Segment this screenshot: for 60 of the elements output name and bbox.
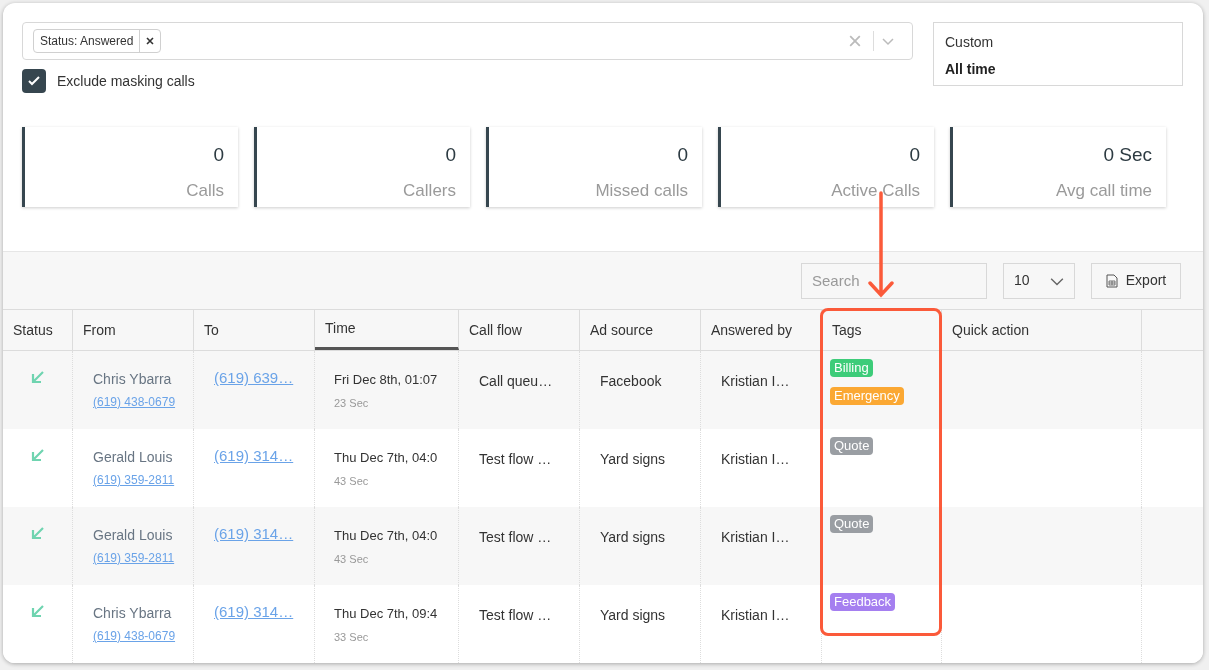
stat-value: 0 [213,143,224,168]
call-duration: 23 Sec [334,395,369,411]
table-cell: Yard signs [600,607,666,623]
table-cell: Kristian I… [721,607,790,623]
checkbox[interactable] [22,69,46,93]
stat-value: 0 [445,143,456,168]
table-cell: Yard signs [600,451,666,467]
table-cell: Call queu… [479,373,553,389]
caller-name: Gerald Louis [93,526,173,545]
call-time: Fri Dec 8th, 01:07 [334,371,438,389]
table-cell: Kristian I… [721,451,790,467]
tag-badge: Quote [830,437,874,455]
table-cell: Yard signs [600,529,666,545]
export-button[interactable]: Export [1091,262,1181,299]
stat-label: Active Calls [831,179,920,202]
stat-value: 0 Sec [1103,143,1152,168]
incoming-arrow-icon [29,603,46,619]
incoming-arrow-icon [29,369,46,385]
spreadsheet-file-icon [1105,273,1118,288]
caller-name: Chris Ybarra [93,604,172,623]
stat-value: 0 [909,143,920,168]
page-size-select[interactable]: 10 [1003,262,1075,299]
stat-label: Missed calls [595,179,688,202]
table-cell: Facebook [600,373,662,389]
stat-label: Avg call time [1055,179,1152,202]
column-header[interactable]: Quick action [942,310,1142,350]
column-header[interactable]: Ad source [580,310,701,350]
column-header[interactable]: Answered by [701,310,822,350]
tag-badge: Billing [830,359,873,377]
tag-badge: Quote [830,515,874,533]
stat-label: Calls [186,179,224,202]
filter-field[interactable]: Status: Answered [22,22,913,60]
stat-value: 0 [677,143,688,168]
table-cell: Kristian I… [721,529,790,545]
date-range-picker[interactable]: Custom All time [933,22,1183,86]
table-cell: Test flow … [479,529,552,545]
call-duration: 43 Sec [334,551,369,567]
table-cell: Test flow … [479,451,552,467]
incoming-arrow-icon [29,525,46,541]
caller-name: Chris Ybarra [93,370,172,389]
checkbox-label: Exclude masking calls [57,71,195,91]
call-duration: 43 Sec [334,473,369,489]
call-duration: 33 Sec [334,629,369,645]
call-time: Thu Dec 7th, 04:0 [334,527,438,545]
caller-name: Gerald Louis [93,448,173,467]
call-time: Thu Dec 7th, 09:4 [334,605,438,623]
column-header[interactable]: From [73,310,194,350]
tag-badge: Emergency [830,387,904,405]
tag-badge: Feedback [830,593,896,611]
column-header[interactable]: Tags [822,310,942,350]
table-cell: Kristian I… [721,373,790,389]
table-cell: Test flow … [479,607,552,623]
column-header[interactable]: Call flow [459,310,580,350]
column-header[interactable]: To [194,310,315,350]
search-field[interactable]: Search [801,262,987,299]
incoming-arrow-icon [29,447,46,463]
filter-label: Status: Answered [39,33,135,50]
column-header[interactable]: Status [3,310,73,350]
call-time: Thu Dec 7th, 04:0 [334,449,438,467]
stat-label: Callers [403,179,456,202]
